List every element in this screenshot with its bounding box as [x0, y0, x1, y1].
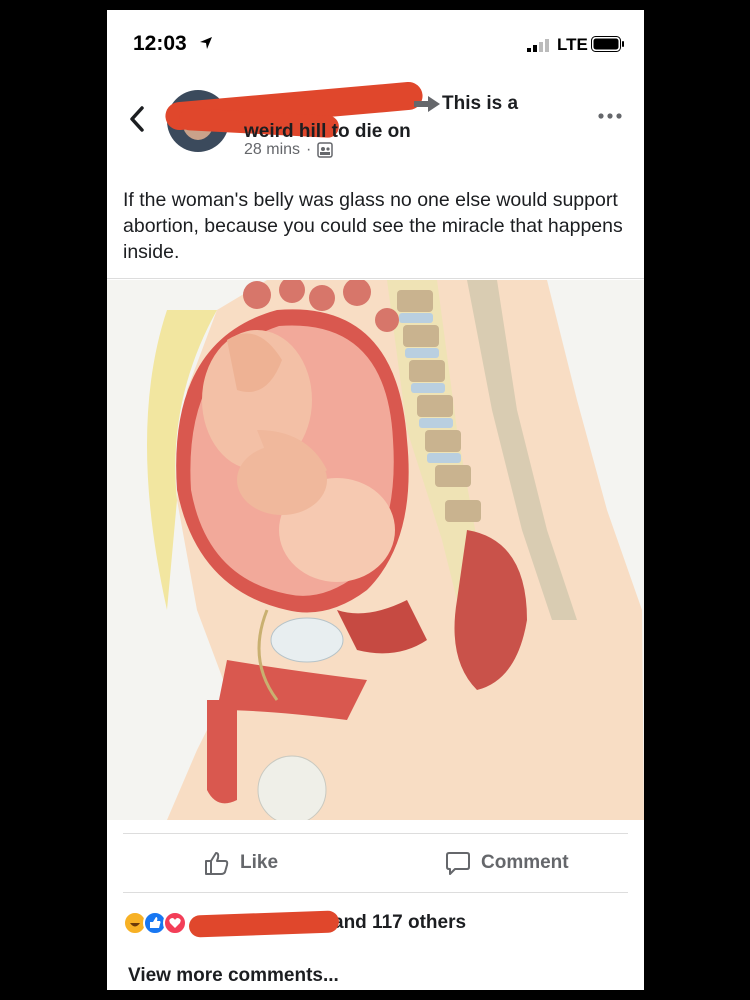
back-chevron-icon[interactable] — [127, 104, 147, 134]
like-icon — [205, 852, 229, 875]
location-arrow-icon — [200, 37, 212, 49]
post-time[interactable]: 28 mins — [244, 141, 300, 159]
divider — [123, 833, 628, 834]
anatomy-illustration — [107, 277, 644, 825]
meta-separator: · — [306, 141, 312, 158]
battery-icon — [591, 36, 624, 52]
shared-to-arrow-icon — [414, 96, 440, 112]
redaction-scribble-names — [188, 910, 340, 938]
like-button[interactable]: Like — [204, 848, 278, 878]
divider — [123, 892, 628, 893]
group-name-line1[interactable]: This is a — [442, 90, 518, 118]
post-meta: 28 mins · — [244, 141, 334, 159]
status-bar: 12:03 LTE — [107, 10, 644, 70]
status-time: 12:03 — [133, 32, 187, 55]
view-more-comments-link[interactable]: View more comments... — [128, 965, 339, 987]
post-image[interactable] — [107, 277, 644, 825]
network-label: LTE — [557, 35, 588, 54]
reaction-count-text: and 117 others — [333, 912, 467, 933]
love-reaction-icon — [163, 911, 187, 935]
comment-icon — [446, 852, 470, 875]
phone-screen: 12:03 LTE This is a weird hill to die on — [107, 10, 644, 990]
signal-icon — [527, 39, 549, 52]
post-body: If the woman's belly was glass no one el… — [123, 189, 623, 263]
divider — [107, 278, 644, 279]
comment-label: Comment — [481, 852, 569, 873]
more-dots-icon[interactable] — [597, 110, 623, 122]
comment-button[interactable]: Comment — [445, 848, 569, 878]
public-icon — [317, 142, 334, 158]
reaction-summary[interactable]: and 117 others — [123, 908, 628, 938]
like-label: Like — [240, 852, 279, 873]
